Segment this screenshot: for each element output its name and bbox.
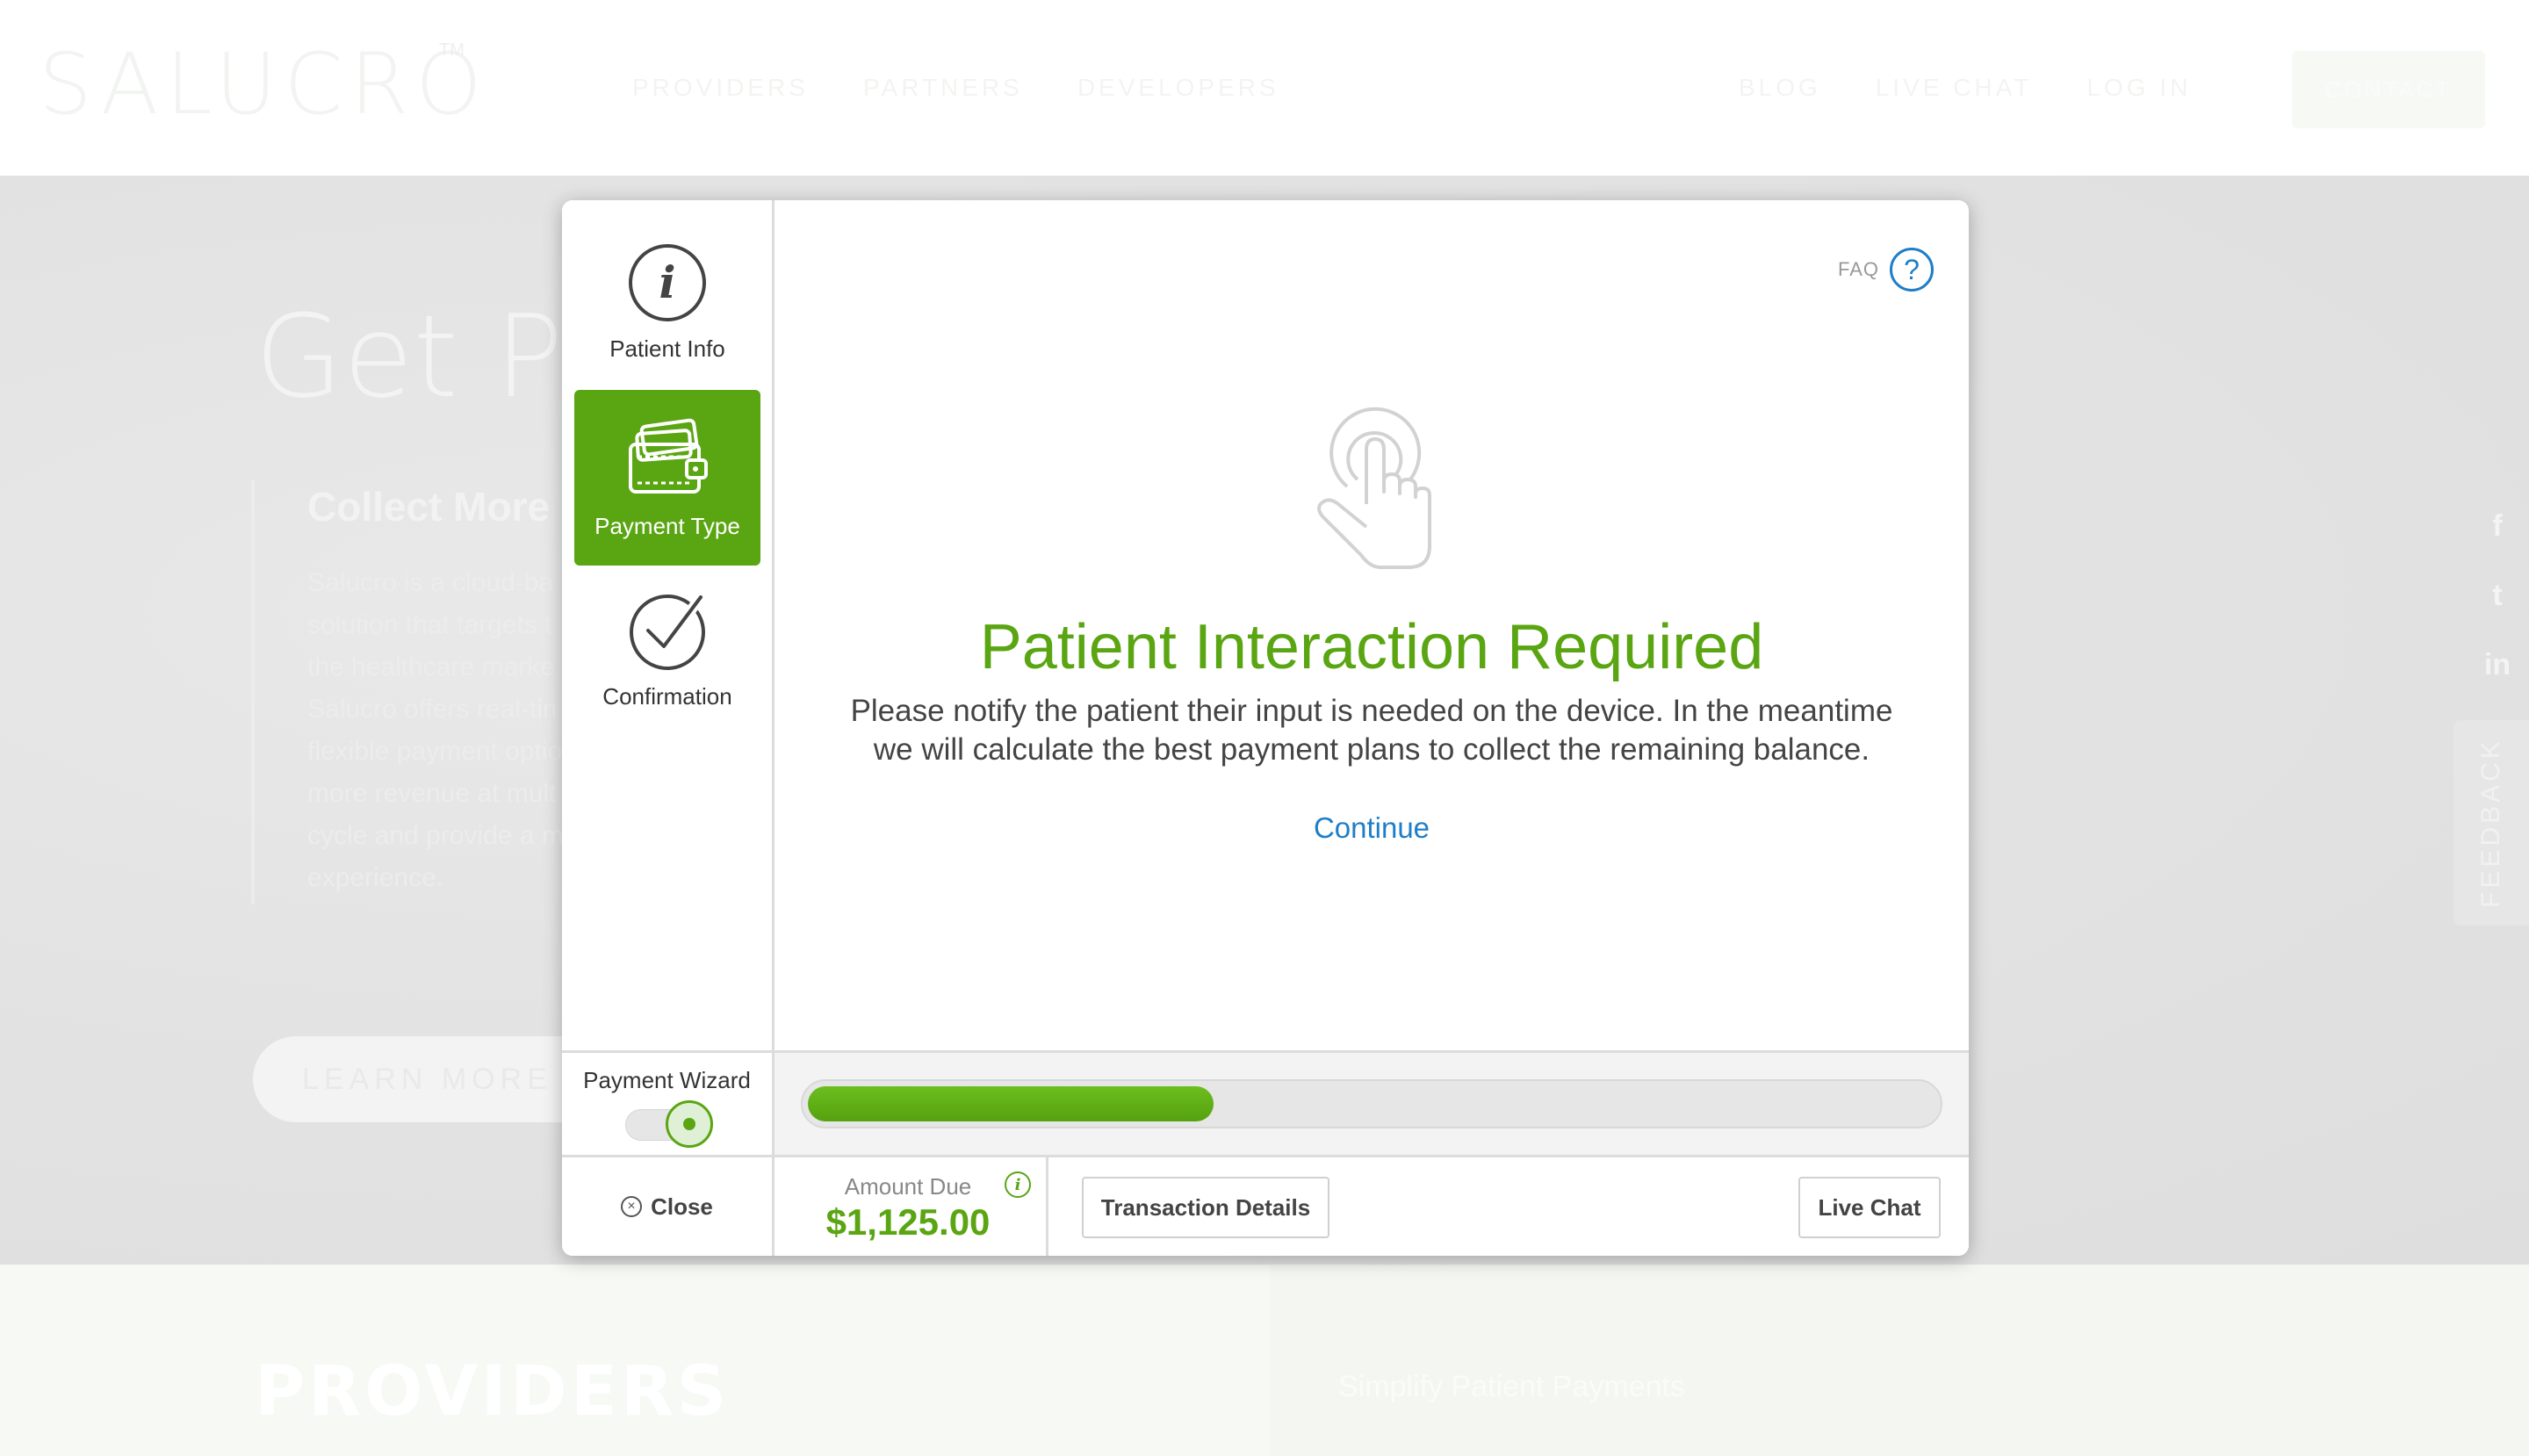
nav-log-in[interactable]: LOG IN	[2086, 74, 2191, 102]
amount-due-panel: Amount Due $1,125.00 i	[775, 1157, 1048, 1256]
linkedin-icon[interactable]: in	[2484, 648, 2511, 682]
payment-wizard-control: Payment Wizard	[562, 1053, 775, 1155]
social-links: f t in	[2476, 509, 2518, 682]
step-label: Patient Info	[609, 335, 725, 362]
salucro-logo[interactable]: SALUCRO	[39, 35, 489, 133]
nav-developers[interactable]: DEVELOPERS	[1077, 74, 1279, 102]
trademark-mark: TM	[439, 40, 465, 60]
feedback-label: FEEDBACK	[2476, 738, 2505, 908]
site-header: SALUCRO TM PROVIDERS PARTNERS DEVELOPERS…	[0, 0, 2529, 176]
payment-wizard-label: Payment Wizard	[583, 1067, 751, 1093]
providers-subtitle: Simplify Patient Payments	[1338, 1370, 1685, 1403]
touch-hand-icon	[1317, 407, 1431, 569]
hero-subtitle: Collect More	[307, 484, 551, 530]
faq-label: FAQ	[1837, 258, 1879, 280]
continue-link[interactable]: Continue	[775, 811, 1969, 845]
step-label: Payment Type	[594, 512, 740, 539]
svg-text:i: i	[659, 256, 676, 308]
nav-blog[interactable]: BLOG	[1739, 74, 1821, 102]
amount-due-label: Amount Due	[844, 1173, 972, 1200]
providers-panel: Simplify Patient Payments	[1270, 1265, 2529, 1456]
wizard-steps-sidebar: i Patient Info Payment Type Confirmation	[562, 200, 775, 1050]
providers-title: PROVIDERS	[255, 1352, 731, 1431]
step-confirmation[interactable]: Confirmation	[574, 590, 760, 739]
twitter-icon[interactable]: t	[2492, 579, 2502, 613]
wizard-footer: × Close Amount Due $1,125.00 i Transacti…	[562, 1157, 1969, 1256]
feedback-tab[interactable]: FEEDBACK	[2453, 720, 2529, 926]
help-icon[interactable]: ?	[1890, 248, 1934, 292]
toggle-dot	[683, 1118, 695, 1130]
payment-wizard-modal: i Patient Info Payment Type Confirmation…	[562, 200, 1969, 1256]
info-icon: i	[629, 244, 706, 321]
nav-live-chat[interactable]: LIVE CHAT	[1876, 74, 2033, 102]
faq-link[interactable]: FAQ ?	[1838, 248, 1934, 292]
message-line: we will calculate the best payment plans…	[873, 732, 1870, 767]
facebook-icon[interactable]: f	[2492, 509, 2502, 544]
step-label: Confirmation	[602, 683, 732, 710]
wizard-progress-row: Payment Wizard	[562, 1050, 1969, 1157]
step-payment-type[interactable]: Payment Type	[574, 390, 760, 566]
transaction-details-button[interactable]: Transaction Details	[1082, 1177, 1329, 1238]
interaction-title: Patient Interaction Required	[979, 612, 1764, 682]
nav-providers[interactable]: PROVIDERS	[632, 74, 809, 102]
hero-divider	[251, 479, 255, 905]
step-patient-info[interactable]: i Patient Info	[574, 242, 760, 392]
interaction-message: Please notify the patient their input is…	[827, 692, 1916, 769]
amount-due-value: $1,125.00	[825, 1201, 991, 1243]
checkmark-icon	[630, 592, 706, 670]
nav-partners[interactable]: PARTNERS	[863, 74, 1023, 102]
wizard-content: FAQ ? Patient Interaction Required Pleas…	[775, 200, 1969, 1050]
wallet-icon	[629, 418, 708, 494]
live-chat-button[interactable]: Live Chat	[1798, 1177, 1941, 1238]
close-label: Close	[651, 1193, 713, 1220]
providers-section: PROVIDERS Simplify Patient Payments	[0, 1265, 2529, 1456]
close-icon: ×	[621, 1196, 643, 1217]
contact-button[interactable]: CONTACT	[2292, 51, 2485, 128]
primary-nav: PROVIDERS PARTNERS DEVELOPERS	[632, 74, 1279, 102]
message-line: Please notify the patient their input is…	[850, 694, 1893, 728]
payment-wizard-toggle[interactable]	[625, 1100, 713, 1148]
toggle-knob	[666, 1100, 713, 1148]
wizard-progress-bar	[801, 1079, 1942, 1128]
secondary-nav: BLOG LIVE CHAT LOG IN	[1739, 74, 2191, 102]
wizard-progress-fill	[808, 1086, 1214, 1121]
close-button[interactable]: × Close	[562, 1157, 775, 1256]
amount-info-icon[interactable]: i	[1005, 1171, 1031, 1198]
